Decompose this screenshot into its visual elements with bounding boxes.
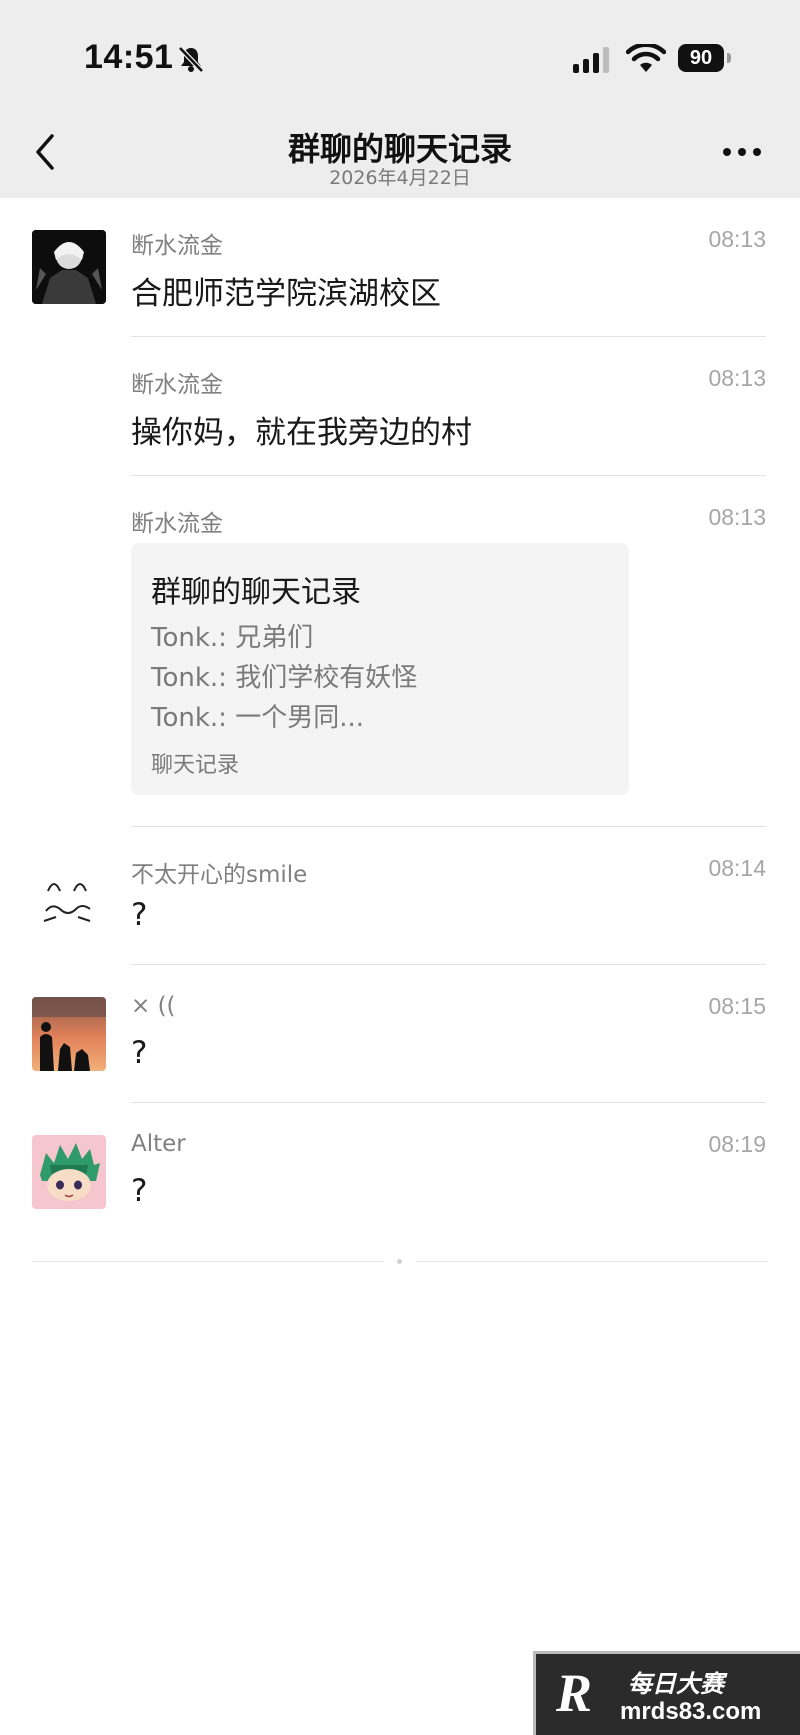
message-text: ?	[131, 897, 148, 933]
message-text: ?	[131, 1173, 148, 1209]
page-subtitle-date: 2026年4月22日	[329, 167, 471, 189]
sender-name: × ((	[131, 993, 176, 1019]
wifi-icon	[626, 44, 666, 72]
sender-name: 断水流金	[131, 372, 223, 398]
avatar[interactable]	[32, 1135, 106, 1209]
divider	[131, 964, 766, 965]
card-title: 群聊的聊天记录	[151, 575, 361, 610]
card-preview-line: Tonk.: 我们学校有妖怪	[151, 663, 418, 693]
message-time: 08:19	[708, 1131, 766, 1157]
chat-history-card[interactable]: 群聊的聊天记录 Tonk.: 兄弟们 Tonk.: 我们学校有妖怪 Tonk.:…	[131, 543, 629, 795]
end-dot	[397, 1259, 402, 1264]
divider	[131, 1102, 766, 1103]
message-time: 08:14	[708, 855, 766, 881]
muted-bell-icon	[178, 46, 204, 73]
watermark-logo: R 每日大赛 mrds83.com	[533, 1651, 800, 1735]
cellular-signal-icon	[573, 47, 609, 73]
end-divider-left	[32, 1261, 384, 1262]
card-preview-line: Tonk.: 一个男同...	[151, 703, 364, 733]
sender-name: 断水流金	[131, 511, 223, 537]
message-time: 08:13	[708, 504, 766, 530]
message-text: 操你妈，就在我旁边的村	[131, 415, 472, 451]
watermark-url: mrds83.com	[620, 1698, 762, 1725]
divider	[131, 475, 766, 476]
watermark-r-glyph: R	[556, 1663, 593, 1723]
sender-name: Alter	[131, 1131, 186, 1157]
card-footer-label: 聊天记录	[151, 753, 240, 778]
status-time: 14:51	[84, 38, 174, 76]
end-divider-right	[416, 1261, 768, 1262]
watermark-brand: 每日大赛	[628, 1670, 724, 1698]
more-options-icon[interactable]	[720, 145, 764, 159]
message-time: 08:13	[708, 365, 766, 391]
avatar[interactable]	[32, 230, 106, 304]
battery-indicator: 90	[678, 44, 724, 72]
message-time: 08:15	[708, 993, 766, 1019]
divider	[131, 826, 766, 827]
sender-name: 断水流金	[131, 233, 223, 259]
message-text: ?	[131, 1035, 148, 1071]
sender-name: 不太开心的smile	[131, 862, 308, 888]
message-text: 合肥师范学院滨湖校区	[131, 276, 441, 312]
card-preview-line: Tonk.: 兄弟们	[151, 623, 314, 653]
header: 14:51 90 群聊的聊天记录 2026年4月22日	[0, 0, 800, 198]
avatar[interactable]	[32, 859, 106, 933]
divider	[131, 336, 766, 337]
battery-tip	[727, 53, 731, 63]
message-time: 08:13	[708, 226, 766, 252]
avatar[interactable]	[32, 997, 106, 1071]
